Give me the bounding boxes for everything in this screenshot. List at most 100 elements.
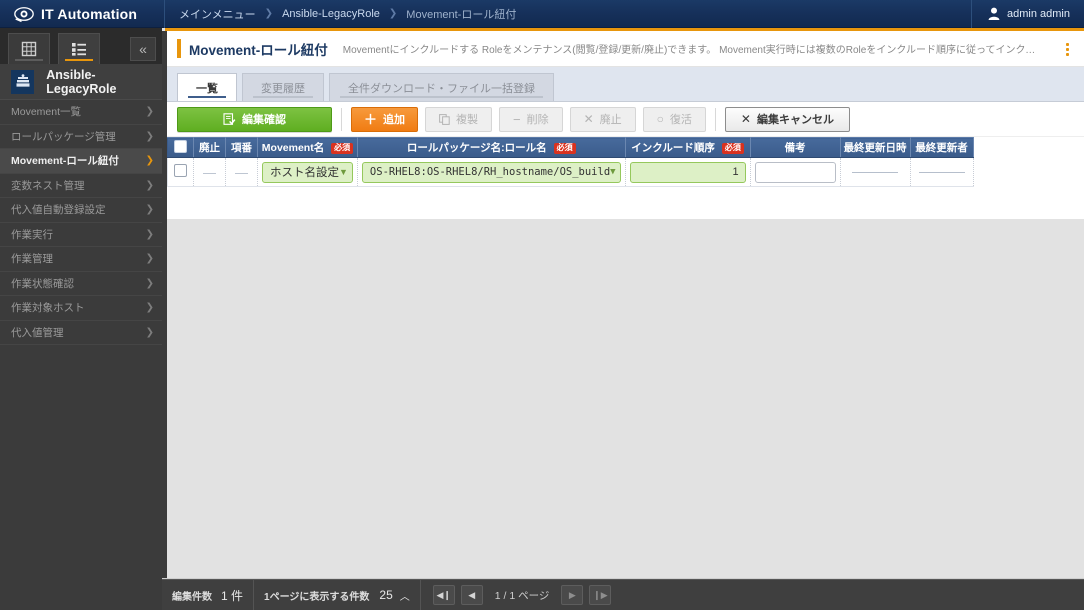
col-discontinue: 廃止 xyxy=(193,137,226,158)
sidebar-item-role-package-management[interactable]: ロールパッケージ管理 ❯ xyxy=(0,124,162,149)
sidebar-item-job-management[interactable]: 作業管理 ❯ xyxy=(0,247,162,272)
sidebar-item-job-execution[interactable]: 作業実行 ❯ xyxy=(0,222,162,247)
sidebar-item-label: 作業状態確認 xyxy=(11,277,74,290)
sidebar-menu-title: Ansible-LegacyRole xyxy=(46,67,117,96)
chevron-right-icon: ❯ xyxy=(145,204,154,216)
circle-icon: ○ xyxy=(656,112,664,126)
include-order-input[interactable]: 1 xyxy=(629,161,746,183)
sidebar-item-substitution-value-management[interactable]: 代入値管理 ❯ xyxy=(0,320,162,345)
select-all-checkbox[interactable] xyxy=(174,139,187,153)
data-table: 廃止 項番 Movement名 必須 ロールパッケージ名:ロール名 必須 インク… xyxy=(167,137,974,187)
breadcrumb: メインメニュー ❯ Ansible-LegacyRole ❯ Movement-… xyxy=(165,0,971,28)
sidebar-item-label: 作業実行 xyxy=(11,228,53,241)
confirm-edit-button[interactable]: 編集確認 xyxy=(177,106,332,132)
per-page-segment[interactable]: 1ページに表示する件数 25 ︿ xyxy=(254,579,421,610)
cell-include-order[interactable]: 1 xyxy=(625,157,751,187)
sidebar-item-label: Movement-ロール紐付 xyxy=(11,155,119,168)
sidebar-item-movement-list[interactable]: Movement一覧 ❯ xyxy=(0,100,162,125)
sidebar-item-movement-role-link[interactable]: Movement-ロール紐付 ❯ xyxy=(0,149,162,174)
chevron-right-icon: ❯ xyxy=(145,155,154,167)
cell-value: — xyxy=(203,164,216,180)
remarks-input[interactable] xyxy=(754,161,836,183)
include-order-value: 1 xyxy=(732,166,739,178)
x-icon: ✕ xyxy=(740,112,751,126)
confirm-edit-label: 編集確認 xyxy=(242,114,286,126)
chevron-right-icon: ❯ xyxy=(145,179,154,191)
tab-label: 一覧 xyxy=(196,82,218,95)
sidebar-item-auto-register-settings[interactable]: 代入値自動登録設定 ❯ xyxy=(0,198,162,223)
per-page-select[interactable]: 25 ︿ xyxy=(379,588,409,603)
required-badge: 必須 xyxy=(721,143,744,154)
movement-name-select[interactable]: ホスト名設定 ▼ xyxy=(262,161,353,183)
table-row[interactable]: — — ホスト名設定 ▼ OS-RHEL8:OS-RHEL8/RH_hostna… xyxy=(167,157,974,187)
page-header: Movement-ロール紐付 Movementにインクルードする Roleをメン… xyxy=(167,31,1084,67)
sidebar-collapse-button[interactable]: « xyxy=(130,37,156,61)
user-menu[interactable]: admin admin xyxy=(971,0,1084,28)
tab-change-history[interactable]: 変更履歴 xyxy=(242,73,324,101)
breadcrumb-item-ansible-legacyrole[interactable]: Ansible-LegacyRole xyxy=(282,8,380,20)
chevron-down-icon: ▼ xyxy=(339,167,348,177)
tab-label: 変更履歴 xyxy=(261,82,305,95)
cell-role-package[interactable]: OS-RHEL8:OS-RHEL8/RH_hostname/OS_build ▼ xyxy=(357,157,626,187)
chevron-right-icon: ❯ xyxy=(145,228,154,240)
table-header-row: 廃止 項番 Movement名 必須 ロールパッケージ名:ロール名 必須 インク… xyxy=(167,137,974,158)
first-page-icon[interactable]: ◀❙ xyxy=(432,585,455,605)
role-package-select[interactable]: OS-RHEL8:OS-RHEL8/RH_hostname/OS_build ▼ xyxy=(361,161,621,183)
page-indicator: 1 / 1 ページ xyxy=(494,589,550,602)
more-vertical-icon[interactable] xyxy=(1060,40,1074,58)
discontinue-label: 廃止 xyxy=(599,114,622,126)
breadcrumb-separator-icon: ❯ xyxy=(264,8,274,19)
prev-page-icon[interactable]: ◀ xyxy=(460,585,483,605)
chevron-right-icon: ❯ xyxy=(145,130,154,142)
col-label: ロールパッケージ名:ロール名 xyxy=(406,142,547,154)
tab-list[interactable]: 一覧 xyxy=(177,73,237,101)
duplicate-label: 複製 xyxy=(456,114,479,126)
required-badge: 必須 xyxy=(331,143,354,154)
sidebar-item-target-hosts[interactable]: 作業対象ホスト ❯ xyxy=(0,296,162,321)
add-label: 追加 xyxy=(383,114,406,126)
plus-icon: ＋ xyxy=(364,111,378,127)
col-last-updated-by: 最終更新者 xyxy=(910,137,974,158)
tab-bulk-download-upload[interactable]: 全件ダウンロード・ファイル一括登録 xyxy=(329,73,554,101)
cell-movement-name[interactable]: ホスト名設定 ▼ xyxy=(257,157,358,187)
sidebar-item-label: 代入値管理 xyxy=(11,326,64,339)
col-label: 廃止 xyxy=(199,142,220,154)
content-panel: Movement-ロール紐付 Movementにインクルードする Roleをメン… xyxy=(167,31,1084,610)
breadcrumb-separator-icon: ❯ xyxy=(388,8,398,19)
restore-label: 復活 xyxy=(669,114,692,126)
sidebar-tab-list-view[interactable] xyxy=(58,33,100,64)
copy-icon xyxy=(439,113,450,125)
sidebar-item-job-status[interactable]: 作業状態確認 ❯ xyxy=(0,271,162,296)
sidebar: « Ansible-LegacyRole Movement一覧 ❯ ロールパッケ… xyxy=(0,28,162,610)
document-check-icon xyxy=(223,112,236,125)
cancel-edit-button[interactable]: ✕ 編集キャンセル xyxy=(724,106,850,132)
brand-title: IT Automation xyxy=(41,5,138,22)
col-select-all[interactable] xyxy=(167,137,194,158)
main-area: Movement-ロール紐付 Movementにインクルードする Roleをメン… xyxy=(162,31,1084,610)
cancel-edit-label: 編集キャンセル xyxy=(756,114,834,126)
cell-row-checkbox[interactable] xyxy=(167,157,194,187)
next-page-icon[interactable]: ▶ xyxy=(561,585,584,605)
sidebar-item-label: Movement一覧 xyxy=(11,106,82,119)
cell-discontinue: — xyxy=(193,157,226,187)
restore-button[interactable]: ○ 復活 xyxy=(642,106,706,132)
cell-no: — xyxy=(225,157,258,187)
table-empty-area xyxy=(167,219,1084,579)
chevron-right-icon: ❯ xyxy=(145,302,154,314)
table-footer: 編集件数 1 件 1ページに表示する件数 25 ︿ ◀❙ ◀ 1 / 1 ページ… xyxy=(162,579,1084,610)
sidebar-view-tabs: « xyxy=(0,28,162,64)
sidebar-tab-grid-view[interactable] xyxy=(8,33,50,64)
add-button[interactable]: ＋ 追加 xyxy=(351,106,419,132)
last-page-icon[interactable]: ❙▶ xyxy=(589,585,612,605)
brand[interactable]: IT Automation xyxy=(0,0,165,28)
discontinue-button[interactable]: ✕ 廃止 xyxy=(569,106,636,132)
tab-bar: 一覧 変更履歴 全件ダウンロード・ファイル一括登録 xyxy=(167,67,1084,102)
cell-remarks[interactable] xyxy=(750,157,841,187)
row-checkbox[interactable] xyxy=(174,164,187,177)
cell-value: — xyxy=(235,164,248,180)
duplicate-button[interactable]: 複製 xyxy=(425,106,493,132)
ansible-legacyrole-icon xyxy=(11,69,35,94)
breadcrumb-item-main-menu[interactable]: メインメニュー xyxy=(179,6,256,22)
delete-button[interactable]: − 削除 xyxy=(499,106,563,132)
sidebar-item-variable-nest-management[interactable]: 変数ネスト管理 ❯ xyxy=(0,173,162,198)
